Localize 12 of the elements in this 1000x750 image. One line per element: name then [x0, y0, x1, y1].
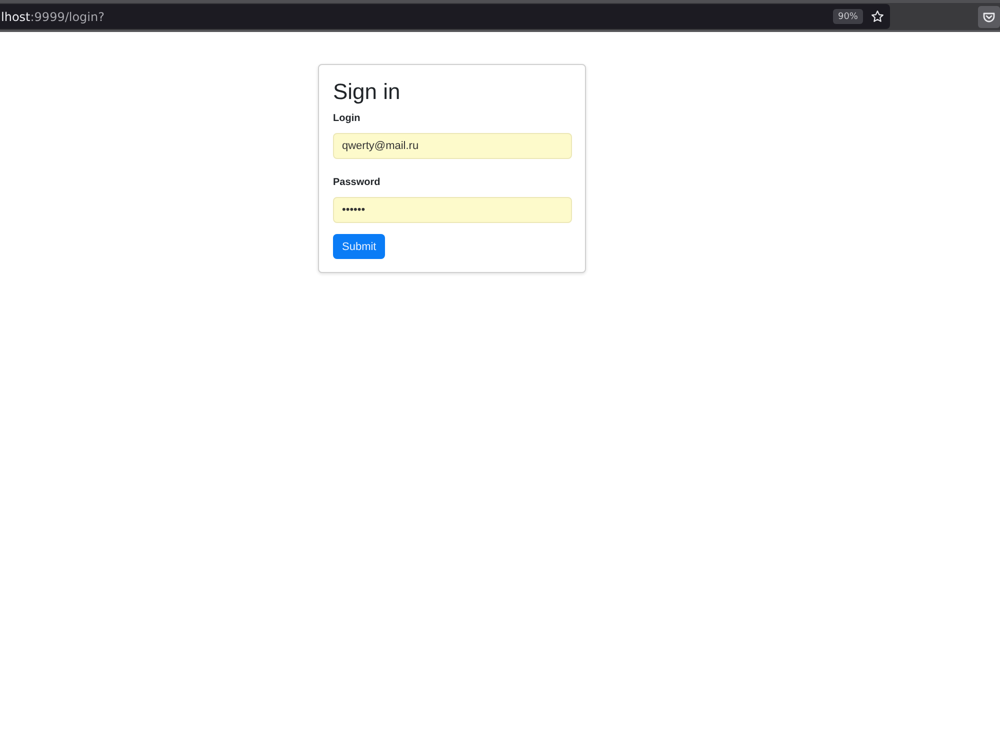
- zoom-level-button[interactable]: 90%: [832, 9, 863, 24]
- field-label: Login: [333, 112, 360, 125]
- field-label: Password: [333, 176, 380, 189]
- url-host: lhost: [1, 10, 30, 24]
- address-bar[interactable]: lhost:9999/login? 90%: [0, 4, 890, 29]
- url-path: :9999/login?: [30, 10, 106, 24]
- submit-button[interactable]: Submit: [333, 234, 386, 259]
- input-field[interactable]: ••••••: [333, 197, 572, 223]
- star-icon[interactable]: [871, 10, 884, 23]
- pocket-icon[interactable]: [978, 6, 1000, 28]
- input-field[interactable]: qwerty@mail.ru: [333, 133, 572, 159]
- form-title: Sign in: [333, 78, 400, 106]
